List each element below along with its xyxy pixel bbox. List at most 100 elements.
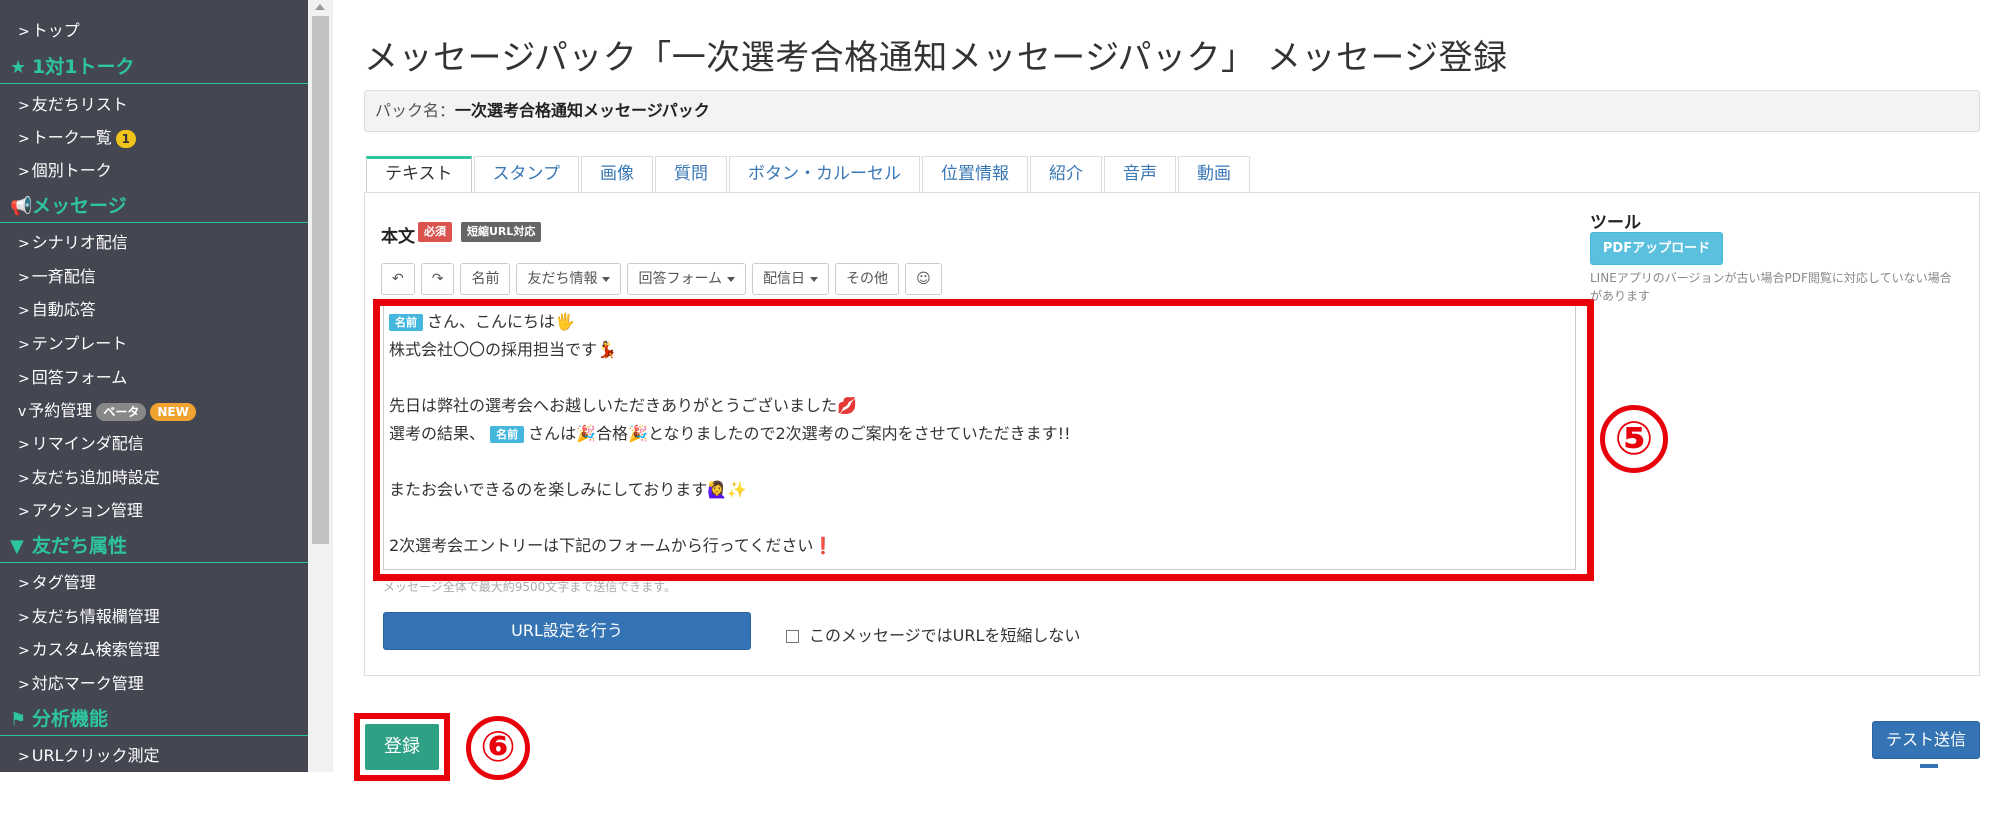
caret-down-icon [602,276,611,282]
sidebar-section-label: 友だち属性 [32,535,128,557]
required-badge: 必須 [418,222,452,242]
sidebar-item-label: トーク一覧 [31,128,112,147]
star-icon: ★ [10,57,27,78]
sidebar-item-individual-talk[interactable]: > 個別トーク [0,154,308,187]
flag-icon: ⚑ [10,709,27,730]
insert-name-button[interactable]: 名前 [460,263,511,295]
sidebar-section-label: 分析機能 [32,708,109,730]
sidebar-scrollbar[interactable] [308,0,333,772]
tab-question[interactable]: 質問 [655,156,727,193]
annotation-mark-6: ⑥ [466,716,530,780]
no-shorten-checkbox[interactable] [786,630,799,643]
redo-icon: ↷ [431,271,444,287]
pdf-note: LINEアプリのバージョンが古い場合PDF閲覧に対応していない場合があります [1590,271,1952,303]
editor-toolbar: ↶ ↷ 名前 友だち情報 回答フォーム 配信日 その他 ☺ [381,263,948,295]
sidebar-item-label: 友だち情報欄管理 [31,607,160,626]
button-label: 回答フォーム [638,271,723,287]
tab-button-carousel[interactable]: ボタン・カルーセル [729,156,920,193]
sidebar-item-top[interactable]: > トップ [0,14,308,47]
tab-stamp[interactable]: スタンプ [473,156,579,193]
sidebar-section-label: メッセージ [32,195,127,217]
sidebar-item-label: トップ [31,21,80,40]
filter-icon: ▼ [10,536,24,557]
sidebar-section-analysis: ⚑ 分析機能 [0,703,308,736]
emoji-button[interactable]: ☺ [905,263,942,295]
body-label: 本文 [381,227,415,247]
sidebar-section-message: 📢メッセージ [0,190,308,223]
no-shorten-label: このメッセージではURLを短縮しない [809,626,1081,645]
editor-highlight-box [373,299,1594,581]
caret-down-icon [810,276,819,282]
redo-button[interactable]: ↷ [420,263,455,295]
sidebar-item-label: 友だちリスト [31,95,128,114]
sidebar-item-label: タグ管理 [31,573,96,592]
tab-location[interactable]: 位置情報 [922,156,1028,193]
tab-introduction[interactable]: 紹介 [1030,156,1102,193]
short-url-badge: 短縮URL対応 [461,222,542,242]
sidebar-item-broadcast[interactable]: > 一斉配信 [0,260,308,293]
tab-image[interactable]: 画像 [581,156,653,193]
sidebar-item-template[interactable]: > テンプレート [0,327,308,360]
test-send-underline [1920,764,1938,768]
button-label: 友だち情報 [527,271,598,287]
tab-audio[interactable]: 音声 [1104,156,1176,193]
unread-badge: 1 [115,129,136,148]
sidebar-item-label: テンプレート [31,334,128,353]
undo-button[interactable]: ↶ [381,263,415,295]
sidebar-item-scenario[interactable]: > シナリオ配信 [0,226,308,259]
test-send-button[interactable]: テスト送信 [1872,721,1980,759]
scroll-up-icon[interactable] [315,4,325,10]
scrollbar-thumb[interactable] [312,16,329,544]
sidebar-section-attr: ▼ 友だち属性 [0,530,308,563]
new-badge: NEW [150,402,196,421]
megaphone-icon: 📢 [10,196,33,217]
delivery-date-dropdown[interactable]: 配信日 [752,263,830,295]
pack-name-label: パック名： [375,101,456,120]
sidebar-item-mark[interactable]: > 対応マーク管理 [0,667,308,700]
tab-text[interactable]: テキスト [366,156,472,193]
sidebar-item-action[interactable]: > アクション管理 [0,494,308,527]
sidebar-item-label: 自動応答 [31,300,96,319]
sidebar-section-label: 1対1トーク [32,56,135,78]
annotation-mark-5: ⑤ [1600,405,1668,473]
sidebar-item-label: 回答フォーム [31,368,128,387]
url-settings-button[interactable]: URL設定を行う [383,612,751,650]
sidebar-item-label: カスタム検索管理 [31,640,160,659]
tab-video[interactable]: 動画 [1178,156,1250,193]
no-shorten-option[interactable]: このメッセージではURLを短縮しない [786,622,1080,646]
friend-info-dropdown[interactable]: 友だち情報 [516,263,622,295]
sidebar-item-reservation[interactable]: v 予約管理 ベータ NEW [0,394,308,427]
answer-form-dropdown[interactable]: 回答フォーム [627,263,747,295]
pdf-upload-button[interactable]: PDFアップロード [1590,232,1723,265]
message-type-tabs: テキスト スタンプ 画像 質問 ボタン・カルーセル 位置情報 紹介 音声 動画 [366,156,1252,193]
char-limit-note: メッセージ全体で最大約9500文字まで送信できます。 [383,580,677,594]
button-label: 配信日 [763,271,806,287]
sidebar-item-label: 一斉配信 [31,267,96,286]
page-title: メッセージパック「一次選考合格通知メッセージパック」 メッセージ登録 [364,38,1508,78]
sidebar: > トップ ★ 1対1トーク > 友だちリスト > トーク一覧 1 > 個別トーク 📢メッセ… [0,0,308,772]
sidebar-section-talk: ★ 1対1トーク [0,51,308,84]
sidebar-item-custom-search[interactable]: > カスタム検索管理 [0,633,308,666]
sidebar-item-label: 予約管理 [28,401,93,420]
sidebar-item-auto-reply[interactable]: > 自動応答 [0,293,308,326]
sidebar-item-label: アクション管理 [31,501,143,520]
beta-badge: ベータ [96,402,147,421]
sidebar-item-reminder[interactable]: > リマインダ配信 [0,427,308,460]
sidebar-item-friend-list[interactable]: > 友だちリスト [0,88,308,121]
sidebar-item-answer-form[interactable]: > 回答フォーム [0,361,308,394]
sidebar-item-label: 個別トーク [31,161,112,180]
other-button[interactable]: その他 [835,263,900,295]
sidebar-item-tag[interactable]: > タグ管理 [0,566,308,599]
sidebar-item-friend-add[interactable]: > 友だち追加時設定 [0,461,308,494]
pack-name-value: 一次選考合格通知メッセージパック [455,101,710,120]
sidebar-item-talk-list[interactable]: > トーク一覧 1 [0,121,308,154]
sidebar-item-label: シナリオ配信 [31,233,128,252]
tools-title: ツール [1590,213,1641,233]
sidebar-item-friend-info[interactable]: > 友だち情報欄管理 [0,600,308,633]
sidebar-item-label: URLクリック測定 [31,746,160,765]
undo-icon: ↶ [392,271,404,287]
register-button[interactable]: 登録 [365,724,439,770]
sidebar-item-url-click[interactable]: > URLクリック測定 [0,739,308,772]
sidebar-item-label: 友だち追加時設定 [31,468,160,487]
caret-down-icon [727,276,736,282]
